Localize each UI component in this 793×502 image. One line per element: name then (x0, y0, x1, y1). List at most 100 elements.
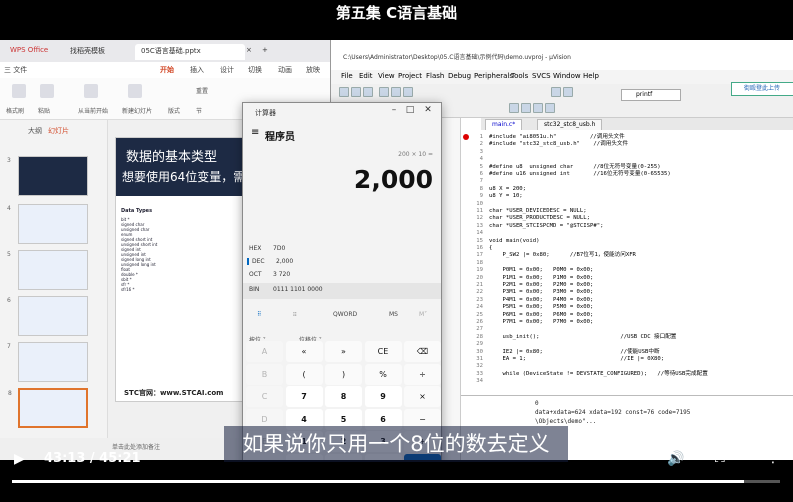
calc-key[interactable]: C (246, 386, 283, 407)
keil-menu-peripherals[interactable]: Peripherals (474, 72, 513, 80)
keil-menu-help[interactable]: Help (583, 72, 599, 80)
fullscreen-icon[interactable]: ⛶ (715, 450, 725, 466)
slide-thumb-6[interactable]: 6 (7, 296, 88, 336)
slide-thumb-8[interactable]: 8 (8, 388, 88, 428)
keypad-icon[interactable]: ⠿ (257, 311, 261, 318)
base-oct[interactable]: OCT 3 720 (249, 271, 290, 278)
menu-transition[interactable]: 切换 (248, 65, 262, 75)
keil-menu-view[interactable]: View (378, 72, 395, 80)
calculator-mode: 程序员 (265, 132, 295, 143)
layout-label[interactable]: 版式 (168, 106, 180, 115)
code-line: P6M1 = 0x00; P6M0 = 0x00; (489, 311, 594, 318)
base-dec[interactable]: DEC 2,000 (247, 258, 293, 265)
format-painter-icon[interactable] (12, 84, 26, 98)
play-from-current-icon[interactable] (84, 84, 98, 98)
calc-key[interactable]: A (246, 341, 283, 362)
more-options-icon[interactable]: ⋮ (766, 450, 780, 466)
keil-menu-file[interactable]: File (341, 72, 353, 80)
calc-key[interactable]: ⌫ (404, 341, 441, 362)
memory-store-button[interactable]: MS (389, 311, 398, 318)
reset-label[interactable]: 重置 (196, 86, 208, 95)
maximize-icon[interactable]: □ (403, 105, 417, 115)
calc-key[interactable]: 8 (325, 386, 362, 407)
slide-thumb-7[interactable]: 7 (7, 342, 88, 382)
uncomment-icon[interactable] (545, 103, 555, 113)
bookmark-icon[interactable] (509, 103, 519, 113)
keil-menu-svcs[interactable]: SVCS (532, 72, 551, 80)
notes-placeholder[interactable]: 单击此处添加备注 (112, 442, 160, 451)
menu-slideshow[interactable]: 放映 (306, 65, 320, 75)
slide-thumbnail-pane: 大纲 幻灯片 3 4 5 6 7 8 (0, 120, 108, 438)
wps-office-tab[interactable]: WPS Office (4, 44, 54, 60)
calc-key[interactable]: CE (364, 341, 402, 362)
undo-icon[interactable] (551, 87, 561, 97)
slides-tab[interactable]: 幻灯片 (48, 126, 69, 136)
menu-home[interactable]: 开始 (160, 65, 174, 75)
menu-animation[interactable]: 动画 (278, 65, 292, 75)
line-number: 31 (476, 356, 483, 362)
line-number: 27 (476, 326, 483, 333)
new-slide-icon[interactable] (128, 84, 142, 98)
save-icon[interactable] (363, 87, 373, 97)
find-input[interactable]: printf (621, 89, 681, 101)
code-editor[interactable]: 1 #include "ai8051u.h" //调用头文件 2 #include "… (461, 130, 793, 395)
new-file-icon[interactable] (339, 87, 349, 97)
progress-bar[interactable] (12, 480, 780, 483)
calc-key[interactable]: « (285, 341, 323, 362)
copy-icon[interactable] (391, 87, 401, 97)
calc-key[interactable]: ( (285, 363, 323, 385)
redo-icon[interactable] (563, 87, 573, 97)
base-hex[interactable]: HEX 7D0 (249, 245, 285, 252)
slide-thumb-5[interactable]: 5 (7, 250, 88, 290)
calc-key[interactable]: B (246, 363, 283, 385)
template-tab[interactable]: 找稻壳模板 (64, 44, 111, 60)
paste-icon[interactable] (40, 84, 54, 98)
section-label[interactable]: 节 (196, 106, 202, 115)
outline-tab[interactable]: 大纲 (28, 126, 42, 136)
code-line: IE2 |= 0x80; //使能USB中断 (489, 348, 660, 355)
calc-key[interactable]: 9 (364, 386, 402, 407)
calc-key[interactable]: 7 (285, 386, 323, 407)
volume-icon[interactable]: 🔊 (667, 451, 684, 467)
bit-toggle-icon[interactable]: ⁝⁝ (293, 311, 297, 318)
calc-key[interactable]: ÷ (404, 363, 441, 385)
cut-icon[interactable] (379, 87, 389, 97)
calc-key[interactable]: » (325, 341, 362, 362)
keil-menu-tools[interactable]: Tools (511, 72, 528, 80)
close-icon[interactable]: ✕ (421, 105, 435, 115)
current-slide[interactable]: 数据的基本类型 想要使用64位变量，需 Data Types bit * sig… (115, 137, 255, 402)
pptx-file-tab[interactable]: 05C语言基础.pptx (135, 44, 245, 60)
play-from-current-label: 从当前开始 (78, 108, 109, 115)
indent-icon[interactable] (521, 103, 531, 113)
slide-thumb-3[interactable]: 3 (7, 156, 88, 196)
comment-icon[interactable] (533, 103, 543, 113)
keil-menu-window[interactable]: Window (553, 72, 581, 80)
breakpoint-icon[interactable] (463, 134, 469, 140)
base-bin[interactable]: BIN 0111 1101 0000 (249, 286, 323, 293)
calc-key[interactable]: ) (325, 363, 362, 385)
play-icon[interactable]: ▶ (14, 451, 25, 467)
line-number: 22 (476, 289, 483, 296)
tab-usb-header[interactable]: stc32_stc8_usb.h (537, 119, 603, 130)
calc-key[interactable]: % (364, 363, 402, 385)
slide-thumb-4[interactable]: 4 (7, 204, 88, 244)
menu-insert[interactable]: 插入 (190, 65, 204, 75)
tab-main-c[interactable]: main.c* (485, 119, 523, 130)
open-file-icon[interactable] (351, 87, 361, 97)
line-number: 10 (476, 200, 483, 207)
line-number: 6 (479, 171, 483, 177)
keil-menu-edit[interactable]: Edit (359, 72, 373, 80)
paste-icon[interactable] (403, 87, 413, 97)
add-tab-icon[interactable]: + (256, 44, 274, 60)
calc-key[interactable]: × (404, 386, 441, 407)
keil-menu-flash[interactable]: Flash (426, 72, 444, 80)
login-upload-button[interactable]: 街殴登此上传 (731, 82, 793, 96)
keil-menu-project[interactable]: Project (398, 72, 422, 80)
menu-file[interactable]: 三 文件 (4, 65, 27, 75)
word-size-button[interactable]: QWORD (333, 311, 357, 318)
keil-menu-debug[interactable]: Debug (448, 72, 471, 80)
minimize-icon[interactable]: – (387, 105, 401, 115)
menu-design[interactable]: 设计 (220, 65, 234, 75)
menu-icon[interactable]: ≡ (251, 127, 259, 138)
memory-recall-button[interactable]: M˅ (419, 311, 427, 318)
